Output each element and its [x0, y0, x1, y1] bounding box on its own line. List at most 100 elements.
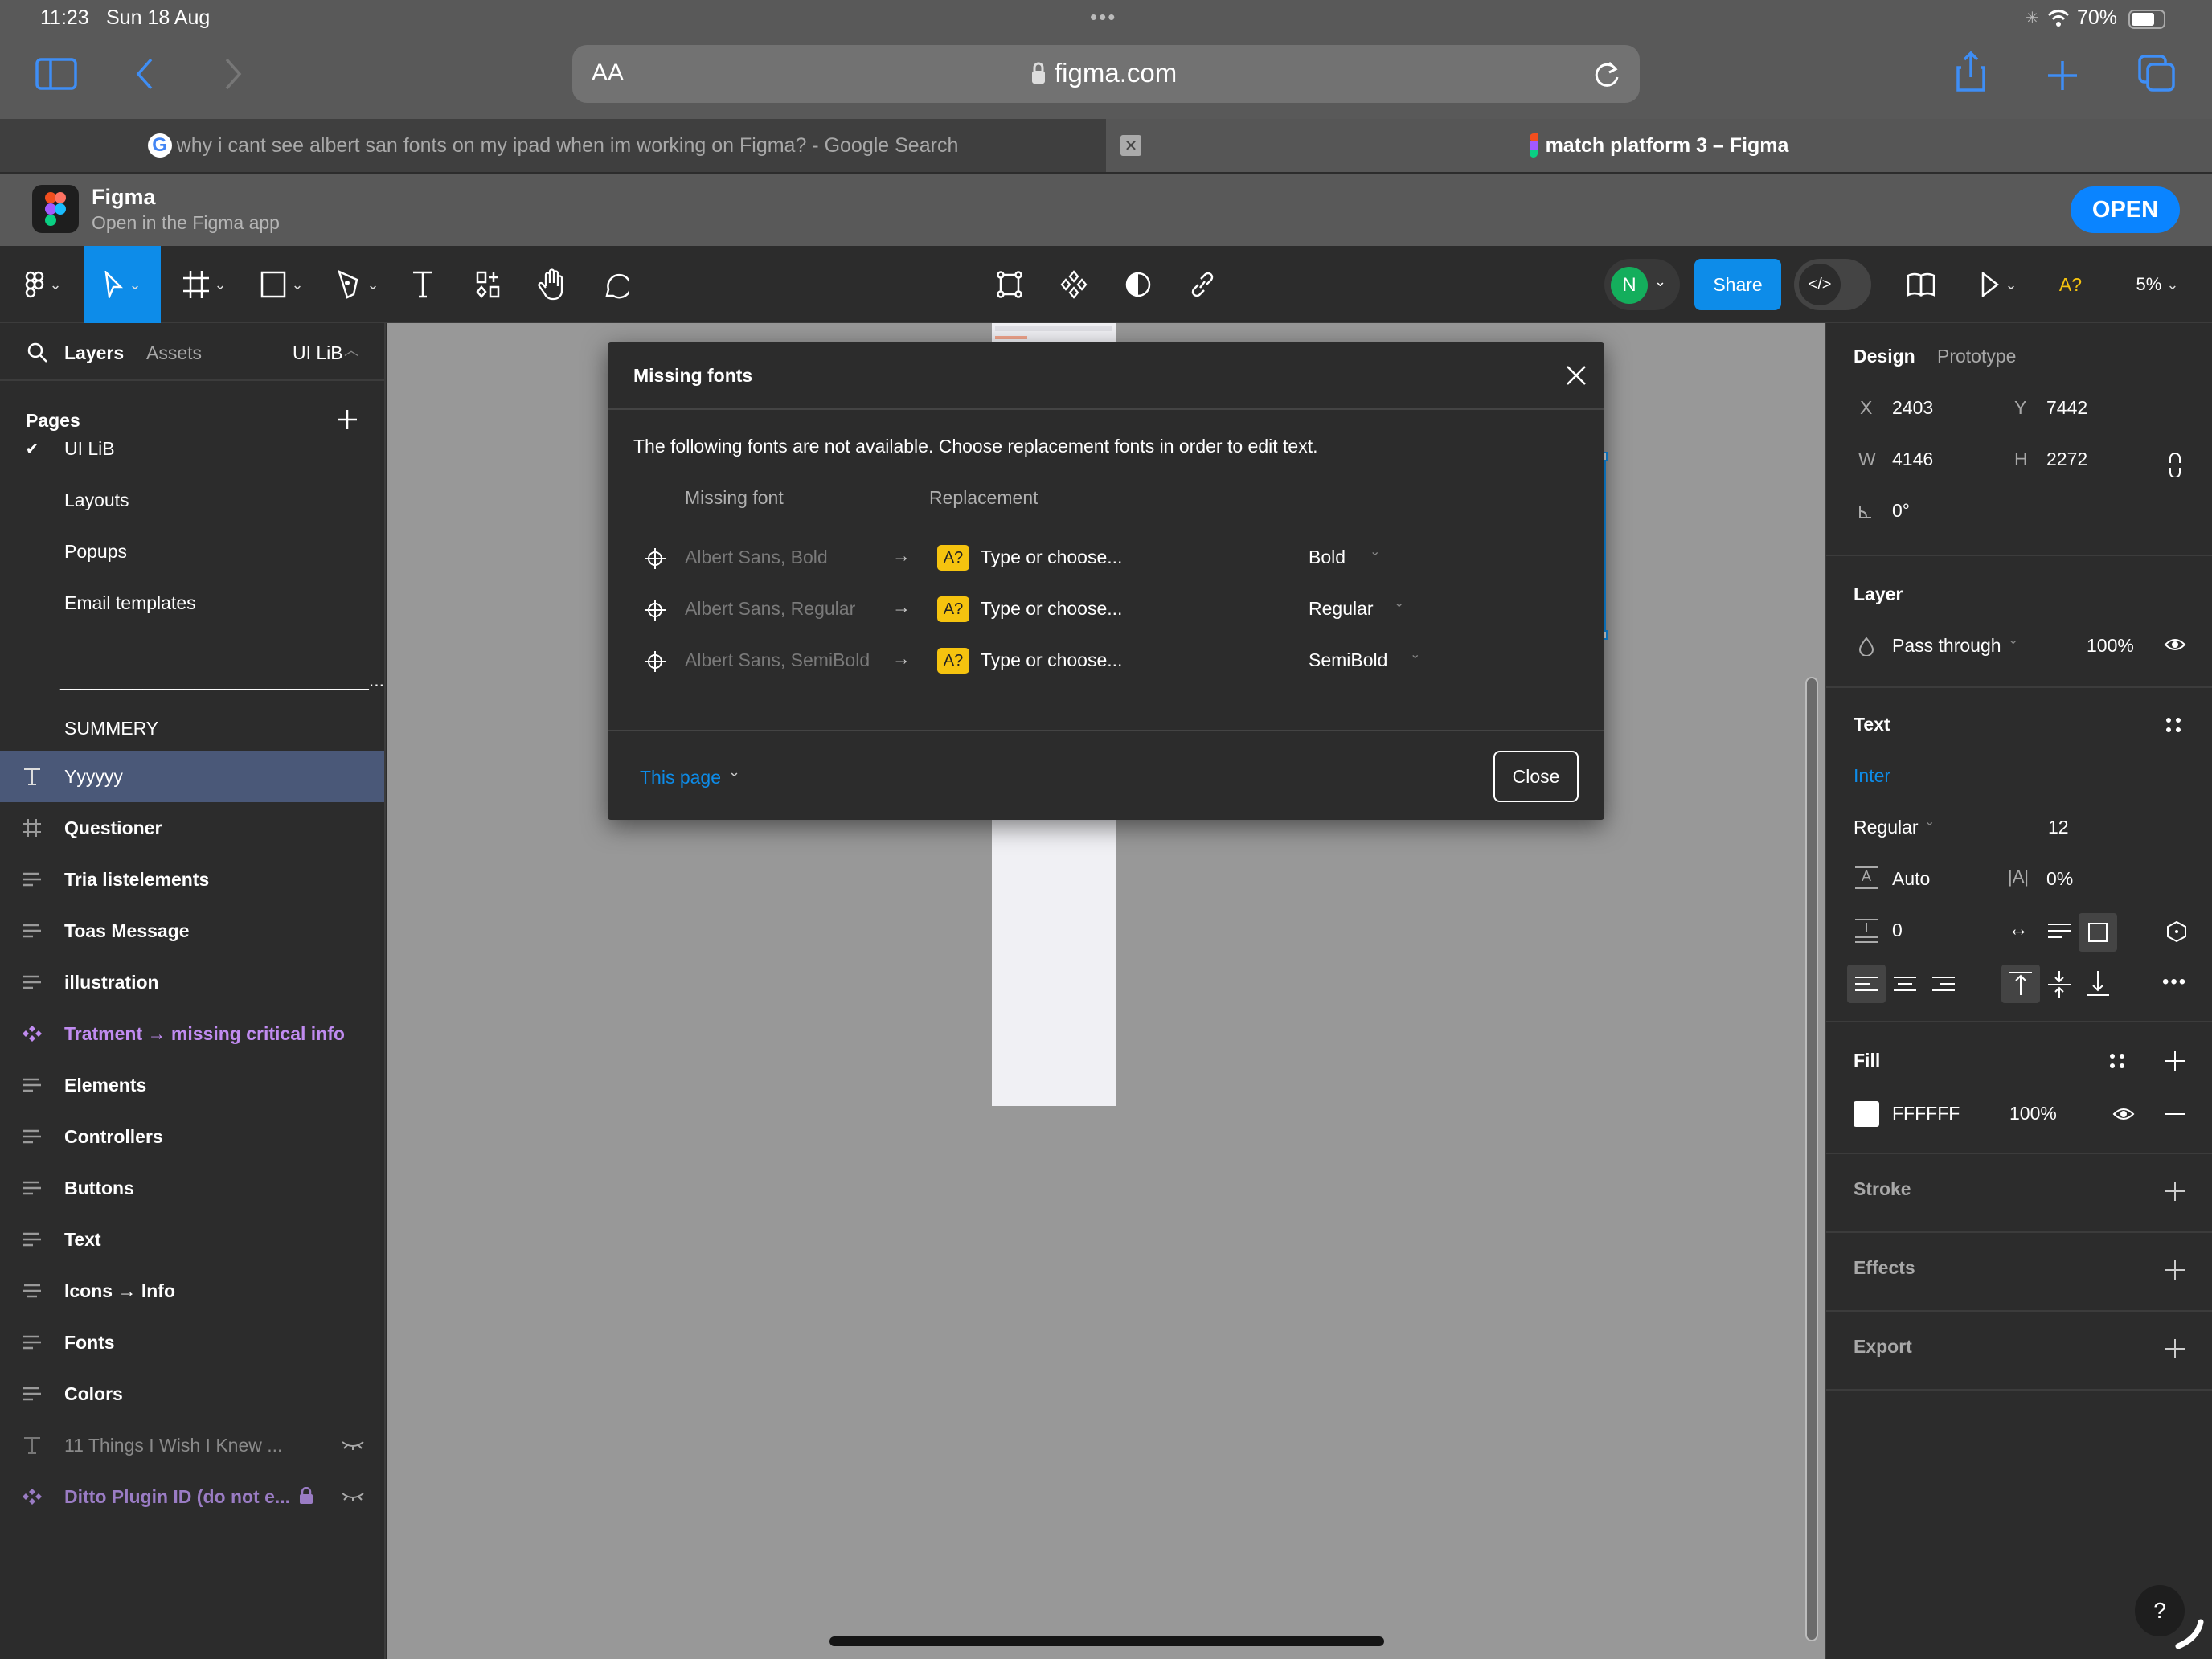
text-styles-icon[interactable]: [2165, 717, 2181, 733]
replacement-font-input[interactable]: Type or choose...: [981, 547, 1122, 568]
constrain-proportions-icon[interactable]: [2169, 453, 2181, 477]
shape-tool-button[interactable]: ⌄: [256, 246, 309, 323]
add-effect-icon[interactable]: [2165, 1260, 2185, 1280]
tab-layers[interactable]: Layers: [64, 342, 124, 364]
layer-row[interactable]: Controllers: [0, 1111, 384, 1162]
font-style-dropdown[interactable]: SemiBold: [1309, 649, 1387, 671]
layer-opacity-input[interactable]: 100%: [2087, 635, 2134, 657]
page-item[interactable]: Layouts: [0, 474, 384, 526]
layer-row[interactable]: Questioner: [0, 802, 384, 854]
avatar[interactable]: N: [1611, 267, 1648, 304]
y-input[interactable]: 7442: [2046, 397, 2087, 419]
link-button[interactable]: [1186, 246, 1219, 323]
transform-tool-button[interactable]: [993, 246, 1026, 323]
x-input[interactable]: 2403: [1892, 397, 1933, 419]
main-menu-button[interactable]: ⌄: [19, 246, 68, 323]
multitask-dots-icon[interactable]: •••: [1090, 5, 1116, 30]
align-middle-icon[interactable]: [2048, 971, 2071, 998]
forward-icon[interactable]: [223, 58, 243, 90]
hand-tool-button[interactable]: [535, 246, 567, 323]
page-item[interactable]: SUMMERY: [0, 703, 384, 754]
auto-height-icon[interactable]: [2048, 923, 2071, 939]
pen-tool-button[interactable]: ⌄: [331, 246, 384, 323]
tab-prototype[interactable]: Prototype: [1937, 346, 2016, 367]
fixed-size-button[interactable]: [2079, 913, 2117, 952]
add-fill-icon[interactable]: [2165, 1051, 2185, 1071]
page-item[interactable]: ✔ UI LiB: [0, 423, 384, 474]
eye-icon[interactable]: [2164, 637, 2186, 653]
fill-color-swatch[interactable]: [1854, 1101, 1879, 1127]
page-selector[interactable]: UI LiB: [293, 342, 343, 364]
dev-mode-toggle[interactable]: </>: [1794, 259, 1871, 310]
text-tool-button[interactable]: [407, 246, 439, 323]
align-left-button[interactable]: [1847, 965, 1886, 1003]
layer-row[interactable]: illustration: [0, 956, 384, 1008]
page-item[interactable]: Email templates: [0, 577, 384, 629]
present-button[interactable]: ⌄: [1972, 246, 2026, 323]
remove-fill-icon[interactable]: [2165, 1112, 2185, 1116]
comment-tool-button[interactable]: [600, 246, 632, 323]
layer-row[interactable]: Text: [0, 1214, 384, 1265]
layer-row[interactable]: Colors: [0, 1368, 384, 1419]
locate-target-icon[interactable]: [645, 600, 666, 621]
more-options-icon[interactable]: •••: [2162, 971, 2187, 993]
search-icon[interactable]: [27, 342, 48, 363]
font-size-input[interactable]: 12: [2048, 817, 2069, 838]
address-bar[interactable]: AA figma.com: [572, 45, 1640, 103]
scope-dropdown[interactable]: This page: [640, 767, 721, 789]
close-button[interactable]: Close: [1493, 751, 1579, 802]
chevron-down-icon[interactable]: ⌄: [2008, 632, 2018, 648]
tab-design[interactable]: Design: [1854, 346, 1915, 367]
resources-button[interactable]: [473, 246, 505, 323]
layer-row[interactable]: Toas Message: [0, 905, 384, 956]
fill-styles-icon[interactable]: [2109, 1053, 2125, 1069]
mask-button[interactable]: [1122, 246, 1154, 323]
missing-fonts-button[interactable]: A?: [2054, 246, 2087, 323]
tab-google-search[interactable]: G why i cant see albert san fonts on my …: [0, 119, 1106, 172]
layer-row[interactable]: Fonts: [0, 1317, 384, 1368]
auto-width-icon[interactable]: ↔: [2008, 916, 2029, 941]
font-family-input[interactable]: Inter: [1854, 765, 1890, 787]
create-component-button[interactable]: [1058, 246, 1090, 323]
fill-hex-input[interactable]: FFFFFF: [1892, 1103, 1960, 1124]
layer-row[interactable]: Tratment → missing critical info: [0, 1008, 384, 1059]
font-weight-dropdown[interactable]: Regular: [1854, 817, 1919, 838]
layer-row[interactable]: 11 Things I Wish I Knew ...: [0, 1419, 384, 1471]
tab-overview-icon[interactable]: [2138, 55, 2177, 93]
frame-tool-button[interactable]: ⌄: [178, 246, 231, 323]
truncate-hexagon-icon[interactable]: [2167, 921, 2186, 942]
layer-row[interactable]: Yyyyyy: [0, 751, 384, 802]
chevron-down-icon[interactable]: ⌄: [1394, 595, 1404, 611]
locate-target-icon[interactable]: [645, 548, 666, 569]
hidden-eye-icon[interactable]: [341, 1439, 365, 1450]
page-item[interactable]: Popups: [0, 526, 384, 577]
align-center-icon[interactable]: [1894, 976, 1916, 992]
vertical-scrollbar[interactable]: [1805, 677, 1818, 1641]
hidden-eye-icon[interactable]: [341, 1490, 365, 1501]
share-button[interactable]: Share: [1694, 259, 1781, 310]
layer-row[interactable]: Icons → Info: [0, 1265, 384, 1317]
layer-row[interactable]: Buttons: [0, 1162, 384, 1214]
font-style-dropdown[interactable]: Bold: [1309, 547, 1346, 568]
align-right-icon[interactable]: [1932, 976, 1955, 992]
back-icon[interactable]: [135, 58, 154, 90]
font-style-dropdown[interactable]: Regular: [1309, 598, 1374, 620]
fill-opacity-input[interactable]: 100%: [2009, 1103, 2057, 1124]
paragraph-spacing-input[interactable]: 0: [1892, 920, 1903, 941]
new-tab-icon[interactable]: [2046, 59, 2079, 92]
tab-assets[interactable]: Assets: [146, 342, 202, 364]
layer-row[interactable]: Ditto Plugin ID (do not e...: [0, 1471, 384, 1522]
layer-row[interactable]: Elements: [0, 1059, 384, 1111]
close-icon[interactable]: [1566, 365, 1587, 386]
chevron-down-icon[interactable]: ⌄: [1410, 646, 1420, 662]
move-tool-button[interactable]: ⌄: [84, 246, 161, 323]
replacement-font-input[interactable]: Type or choose...: [981, 598, 1122, 620]
reader-aa-button[interactable]: AA: [592, 59, 624, 87]
tab-figma[interactable]: ✕ match platform 3 – Figma: [1106, 119, 2212, 172]
eye-icon[interactable]: [2112, 1106, 2135, 1122]
chevron-down-icon[interactable]: ⌄: [1924, 813, 1935, 830]
locate-target-icon[interactable]: [645, 651, 666, 672]
url-text[interactable]: figma.com: [1055, 58, 1177, 88]
zoom-menu[interactable]: 5% ⌄: [2125, 246, 2189, 323]
library-button[interactable]: [1905, 246, 1937, 323]
